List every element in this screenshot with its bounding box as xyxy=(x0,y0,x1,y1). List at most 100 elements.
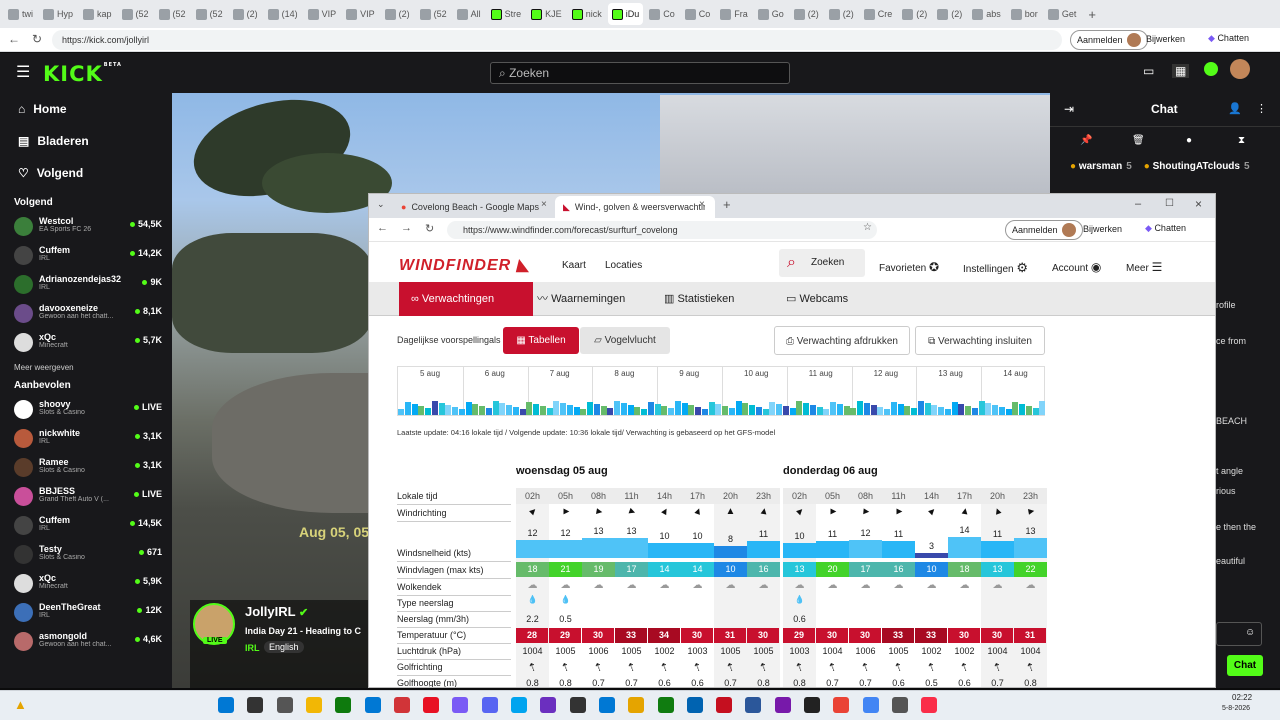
inner-url-field[interactable]: https://www.windfinder.com/forecast/surf… xyxy=(447,221,877,239)
browser-tab[interactable]: Co xyxy=(645,3,679,25)
channel-item[interactable]: Testy Slots & Casino 671 xyxy=(0,540,172,569)
window-close-icon[interactable]: × xyxy=(1195,197,1202,211)
opera-icon[interactable] xyxy=(716,697,733,713)
outer-chat-button[interactable]: ◆ Chatten xyxy=(1208,33,1249,44)
vscode-icon[interactable] xyxy=(745,697,762,713)
favorites-link[interactable]: Favorieten ✪ xyxy=(879,260,939,274)
channel-item[interactable]: asmongold Gewoon aan het chat... 4,6K xyxy=(0,627,172,656)
menu-icon[interactable]: ☰ xyxy=(16,62,30,82)
outer-url-field[interactable]: https://kick.com/jollyirl xyxy=(52,30,1062,50)
account-link[interactable]: Account ◉ xyxy=(1052,260,1101,274)
browser-tab[interactable]: Fra xyxy=(716,3,752,25)
channel-item[interactable]: DeenTheGreat IRL 12K xyxy=(0,598,172,627)
channel-item[interactable]: Ramee Slots & Casino 3,1K xyxy=(0,453,172,482)
bookmark-star-icon[interactable]: ☆ xyxy=(863,222,872,233)
browser-tab[interactable]: Get xyxy=(1044,3,1081,25)
browser-tab[interactable]: abs xyxy=(968,3,1005,25)
back-icon[interactable]: ← xyxy=(377,222,388,234)
nav-bladeren[interactable]: ▤ Bladeren xyxy=(0,125,172,157)
tab-windfinder[interactable]: ◣ Wind-, golven & weersverwachting xyxy=(555,196,715,218)
close-tab-icon[interactable]: × xyxy=(699,199,705,210)
browser-tab[interactable]: KJE xyxy=(527,3,566,25)
tab-webcams[interactable]: ▭ Webcams xyxy=(774,282,860,316)
nav-volgend[interactable]: ♡ Volgend xyxy=(0,157,172,189)
new-tab-icon[interactable]: + xyxy=(723,197,731,212)
close-tab-icon[interactable]: × xyxy=(541,199,547,210)
inner-signin-button[interactable]: Aanmelden xyxy=(1005,220,1083,240)
print-forecast-button[interactable]: ⎙ Verwachting afdrukken xyxy=(774,326,910,355)
edge-icon[interactable] xyxy=(335,697,352,713)
app-icon[interactable] xyxy=(598,697,615,713)
settings-link[interactable]: Instellingen ⚙ xyxy=(963,260,1028,276)
file-explorer-icon[interactable] xyxy=(305,697,322,713)
browser-tab[interactable]: Cre xyxy=(860,3,897,25)
browser-tab[interactable]: (2) xyxy=(381,3,414,25)
browser-tab[interactable]: (2) xyxy=(933,3,966,25)
channel-item[interactable]: xQc Minecraft 5,7K xyxy=(0,328,172,357)
tab-google-maps[interactable]: ● Covelong Beach - Google Maps xyxy=(393,196,553,218)
browser-tab[interactable]: (14) xyxy=(264,3,302,25)
outer-signin-button[interactable]: Aanmelden xyxy=(1070,30,1148,50)
view-birdseye-button[interactable]: ▱ Vogelvlucht xyxy=(580,327,670,354)
browser-tab[interactable]: kap xyxy=(79,3,116,25)
terminal-icon[interactable] xyxy=(569,697,586,713)
browser-tab[interactable]: All xyxy=(453,3,485,25)
minimize-icon[interactable]: – xyxy=(1135,198,1141,210)
search-icon[interactable] xyxy=(247,697,264,713)
channel-item[interactable]: Adrianozendejas32 IRL 9K xyxy=(0,270,172,299)
theatre-icon[interactable]: ▭ xyxy=(1143,64,1154,78)
browser-tab[interactable]: (52 xyxy=(192,3,227,25)
channel-item[interactable]: Cuffem IRL 14,2K xyxy=(0,241,172,270)
browser-tab[interactable]: twi xyxy=(4,3,37,25)
tab-statistieken[interactable]: ▥ Statistieken xyxy=(652,282,746,316)
send-chat-button[interactable]: Chat xyxy=(1227,655,1263,676)
channel-item[interactable]: davooxeneize Gewoon aan het chatt... 8,1K xyxy=(0,299,172,328)
browser-tab[interactable]: (2) xyxy=(825,3,858,25)
nav-kaart[interactable]: Kaart xyxy=(562,260,586,271)
store-icon[interactable] xyxy=(364,697,381,713)
app-icon[interactable] xyxy=(657,697,674,713)
windfinder-search-button[interactable]: ⌕ Zoeken xyxy=(779,249,865,277)
windfinder-logo[interactable]: WINDFINDER ◣ xyxy=(399,255,530,275)
browser-tab[interactable]: Hyp xyxy=(39,3,77,25)
browser-tab[interactable]: VIP xyxy=(342,3,379,25)
channel-item[interactable]: BBJESS Grand Theft Auto V (... LIVE xyxy=(0,482,172,511)
app-icon[interactable] xyxy=(540,697,557,713)
chat-input[interactable]: ☺ xyxy=(1216,622,1262,646)
clock-time[interactable]: 02:22 xyxy=(1232,693,1252,702)
browser-tab[interactable]: bor xyxy=(1007,3,1042,25)
top-chatter[interactable]: ● ShoutingATclouds 5 xyxy=(1144,161,1250,172)
chrome-icon[interactable] xyxy=(833,697,850,713)
tab-waarnemingen[interactable]: 〰 Waarnemingen xyxy=(525,282,637,316)
kick-logo[interactable]: KICKBETA xyxy=(43,62,122,86)
channel-item[interactable]: Cuffem IRL 14,5K xyxy=(0,511,172,540)
app-icon[interactable] xyxy=(686,697,703,713)
chat-bubble-icon[interactable]: ● xyxy=(1186,135,1192,146)
layout-icon[interactable]: ▦ xyxy=(1172,64,1190,78)
app-icon[interactable] xyxy=(891,697,908,713)
tab-search-icon[interactable]: ⌄ xyxy=(377,199,385,210)
more-icon[interactable]: ⋮ xyxy=(1256,102,1267,115)
browser-tab[interactable]: (52 xyxy=(155,3,190,25)
trash-icon[interactable]: 🗑 xyxy=(1132,135,1145,146)
outer-update-button[interactable]: Bijwerken xyxy=(1146,34,1185,44)
top-chatter[interactable]: ● warsman 5 xyxy=(1070,161,1132,172)
back-icon[interactable]: ← xyxy=(8,32,20,46)
browser-tab[interactable]: nick xyxy=(568,3,606,25)
forecast-overview-strip[interactable]: 5 aug 6 aug 7 aug 8 aug 9 aug 10 aug 11 aug 12 … xyxy=(397,366,1046,416)
discord-icon[interactable] xyxy=(481,697,498,713)
user-avatar[interactable] xyxy=(1230,59,1250,79)
collapse-chat-icon[interactable]: ⇥ xyxy=(1064,102,1074,116)
emoji-icon[interactable]: ☺ xyxy=(1245,627,1255,638)
streamer-name[interactable]: JollyIRL xyxy=(245,604,295,619)
browser-tab[interactable]: (2) xyxy=(790,3,823,25)
channel-item[interactable]: xQc Minecraft 5,9K xyxy=(0,569,172,598)
hourglass-icon[interactable]: ⧗ xyxy=(1238,135,1245,146)
warning-icon[interactable]: ▲ xyxy=(14,697,27,712)
app-icon[interactable] xyxy=(774,697,791,713)
embed-forecast-button[interactable]: ⧉ Verwachting insluiten xyxy=(915,326,1045,355)
reload-icon[interactable]: ↻ xyxy=(32,32,42,46)
channel-item[interactable]: nickwhite IRL 3,1K xyxy=(0,424,172,453)
windows-start-icon[interactable] xyxy=(218,697,234,713)
browser-tab[interactable]: iDu xyxy=(607,3,644,25)
